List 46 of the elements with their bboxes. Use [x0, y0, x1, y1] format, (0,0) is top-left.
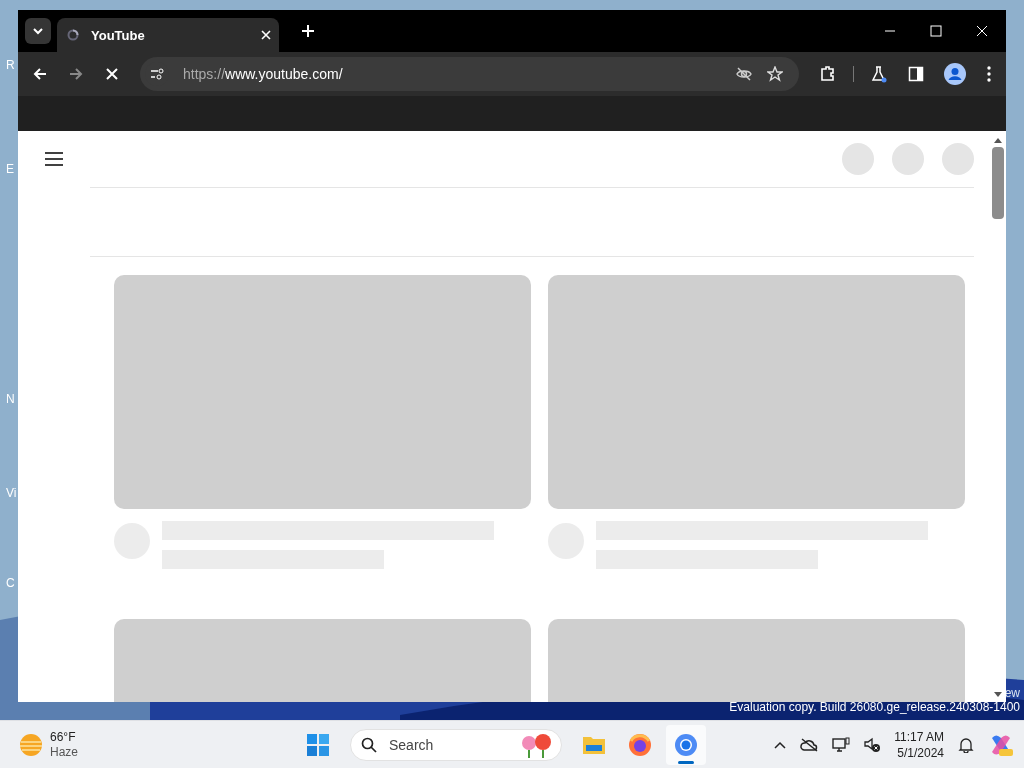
browser-tab[interactable]: YouTube	[57, 18, 279, 52]
temperature-text: 66°F	[50, 729, 77, 745]
tab-list-button[interactable]	[25, 18, 51, 44]
back-icon[interactable]	[32, 66, 48, 82]
desktop-icon-label[interactable]: C	[6, 576, 17, 590]
chrome-icon	[673, 731, 699, 758]
search-icon	[361, 736, 377, 753]
flask-icon[interactable]	[870, 65, 888, 83]
more-menu-icon[interactable]	[986, 66, 992, 82]
speaker-muted-icon[interactable]	[864, 736, 881, 753]
scroll-thumb[interactable]	[992, 147, 1004, 219]
scroll-down-icon[interactable]	[994, 692, 1002, 698]
cloud-off-icon[interactable]	[800, 737, 819, 752]
windows-logo-icon	[305, 731, 331, 758]
placeholder-circle	[892, 143, 924, 175]
maximize-icon[interactable]	[930, 25, 942, 37]
network-icon[interactable]	[832, 736, 851, 753]
side-panel-icon[interactable]	[908, 66, 924, 82]
star-icon[interactable]	[767, 66, 783, 82]
search-field[interactable]: Search	[350, 728, 562, 761]
watermark-text: Evaluation copy. Build 26080.ge_release.240308-1400	[729, 700, 1020, 714]
search-input[interactable]: Search	[387, 735, 507, 754]
chevron-up-icon[interactable]	[774, 740, 787, 749]
profile-avatar-icon[interactable]	[944, 63, 966, 85]
bell-icon[interactable]	[958, 736, 974, 753]
taskbar-app-button[interactable]	[666, 724, 706, 765]
extensions-icon[interactable]	[819, 65, 837, 83]
desktop-icon-label[interactable]: N	[6, 392, 17, 406]
close-icon[interactable]	[976, 25, 988, 37]
url-text: https://www.youtube.com/	[183, 66, 343, 82]
forward-icon	[68, 66, 84, 82]
new-tab-icon[interactable]	[301, 24, 315, 38]
clock[interactable]: 11:17 AM 5/1/2024	[894, 728, 944, 761]
eye-slash-icon[interactable]	[735, 65, 753, 83]
desktop-icon-label[interactable]: R	[6, 58, 17, 72]
address-bar[interactable]: https://www.youtube.com/	[140, 57, 799, 91]
placeholder-circle	[942, 143, 974, 175]
firefox-icon	[627, 731, 653, 758]
desktop-icon-label[interactable]: Vi	[6, 486, 17, 500]
weather-condition-text: Haze	[50, 744, 78, 760]
desktop-icon-label[interactable]: E	[6, 162, 17, 176]
close-icon[interactable]	[261, 30, 271, 40]
placeholder-circle	[842, 143, 874, 175]
stop-icon[interactable]	[104, 66, 120, 82]
scroll-up-icon[interactable]	[994, 137, 1002, 143]
menu-icon[interactable]	[45, 152, 63, 166]
